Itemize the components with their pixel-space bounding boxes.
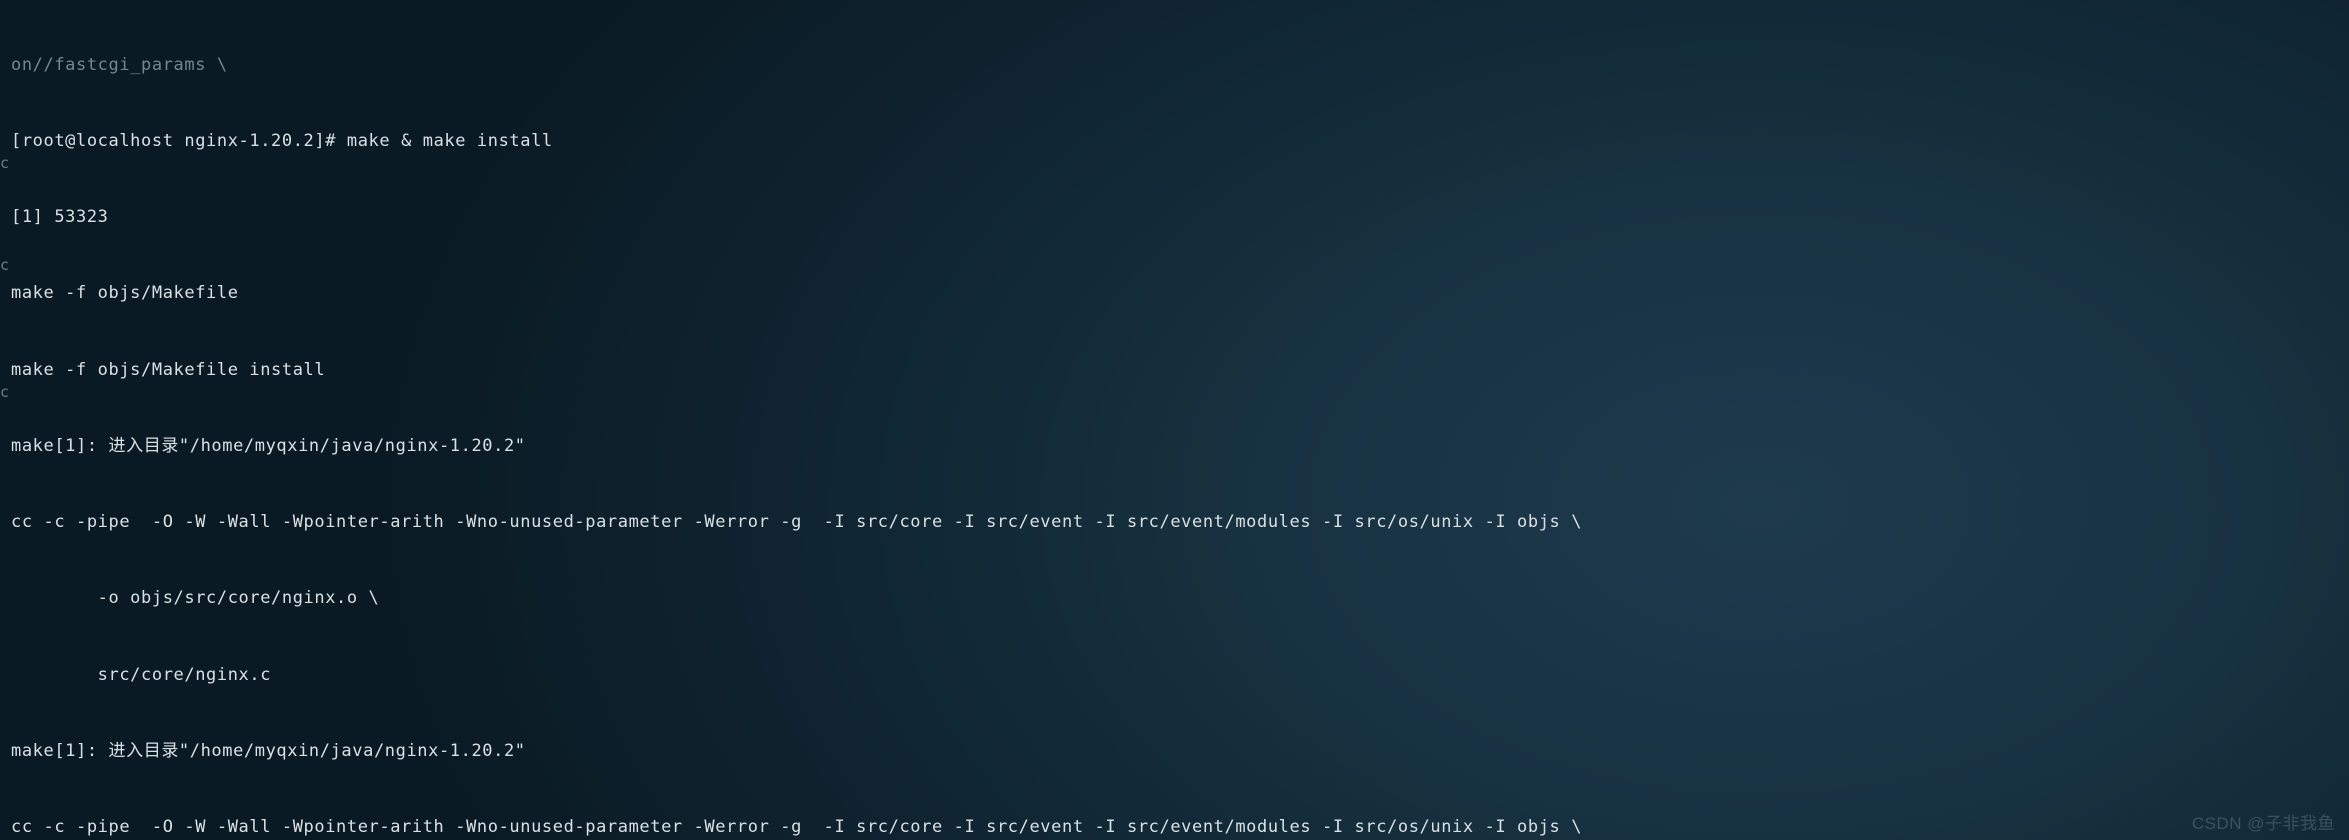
typed-command: make & make install: [347, 131, 553, 151]
output-line: cc -c -pipe -O -W -Wall -Wpointer-arith …: [11, 815, 2349, 840]
terminal[interactable]: on//fastcgi_params \ [root@localhost ngi…: [0, 0, 2349, 840]
output-line: cc -c -pipe -O -W -Wall -Wpointer-arith …: [11, 510, 2349, 535]
edge-indicator: c: [0, 380, 8, 405]
output-line: [1] 53323: [11, 205, 2349, 230]
output-line: make -f objs/Makefile: [11, 281, 2349, 306]
edge-indicator: c: [0, 253, 8, 278]
output-line: make[1]: 进入目录"/home/myqxin/java/nginx-1.…: [11, 434, 2349, 459]
watermark: CSDN @子非我鱼: [2192, 811, 2335, 836]
command-line-1: [root@localhost nginx-1.20.2]# make & ma…: [11, 129, 2349, 154]
prompt: [root@localhost nginx-1.20.2]#: [11, 131, 336, 151]
output-line: make -f objs/Makefile install: [11, 358, 2349, 383]
output-line: -o objs/src/core/nginx.o \: [11, 586, 2349, 611]
edge-indicator: c: [0, 151, 8, 176]
output-line: src/core/nginx.c: [11, 663, 2349, 688]
truncated-top-line: on//fastcgi_params \: [11, 53, 2349, 78]
output-line: make[1]: 进入目录"/home/myqxin/java/nginx-1.…: [11, 739, 2349, 764]
